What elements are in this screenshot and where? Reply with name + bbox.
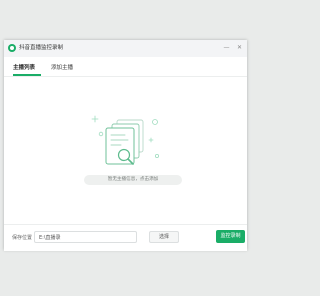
save-path-input[interactable] (34, 231, 137, 243)
close-icon[interactable]: ✕ (236, 43, 243, 53)
browse-button[interactable]: 选择 (149, 231, 179, 243)
empty-state-message[interactable]: 暂无主播信息，点击添加 (84, 175, 182, 185)
tab-streamer-list[interactable]: 主播列表 (13, 63, 35, 73)
empty-documents-search-icon (91, 115, 160, 165)
app-window: 抖音直播监控录制 — ✕ 主播列表 添加主播 暂无主播信息，点击添加 保存位置 … (4, 40, 247, 251)
title-bar[interactable]: 抖音直播监控录制 — ✕ (4, 40, 247, 57)
minimize-icon[interactable]: — (223, 43, 230, 53)
app-logo-icon (8, 44, 16, 52)
tab-add-streamer[interactable]: 添加主播 (51, 63, 73, 73)
monitor-record-button[interactable]: 监控录制 (216, 230, 245, 243)
active-tab-indicator (13, 74, 41, 76)
footer-bar: 保存位置 选择 监控录制 (4, 224, 247, 251)
window-title: 抖音直播监控录制 (19, 45, 64, 51)
save-location-label: 保存位置 (12, 235, 33, 241)
